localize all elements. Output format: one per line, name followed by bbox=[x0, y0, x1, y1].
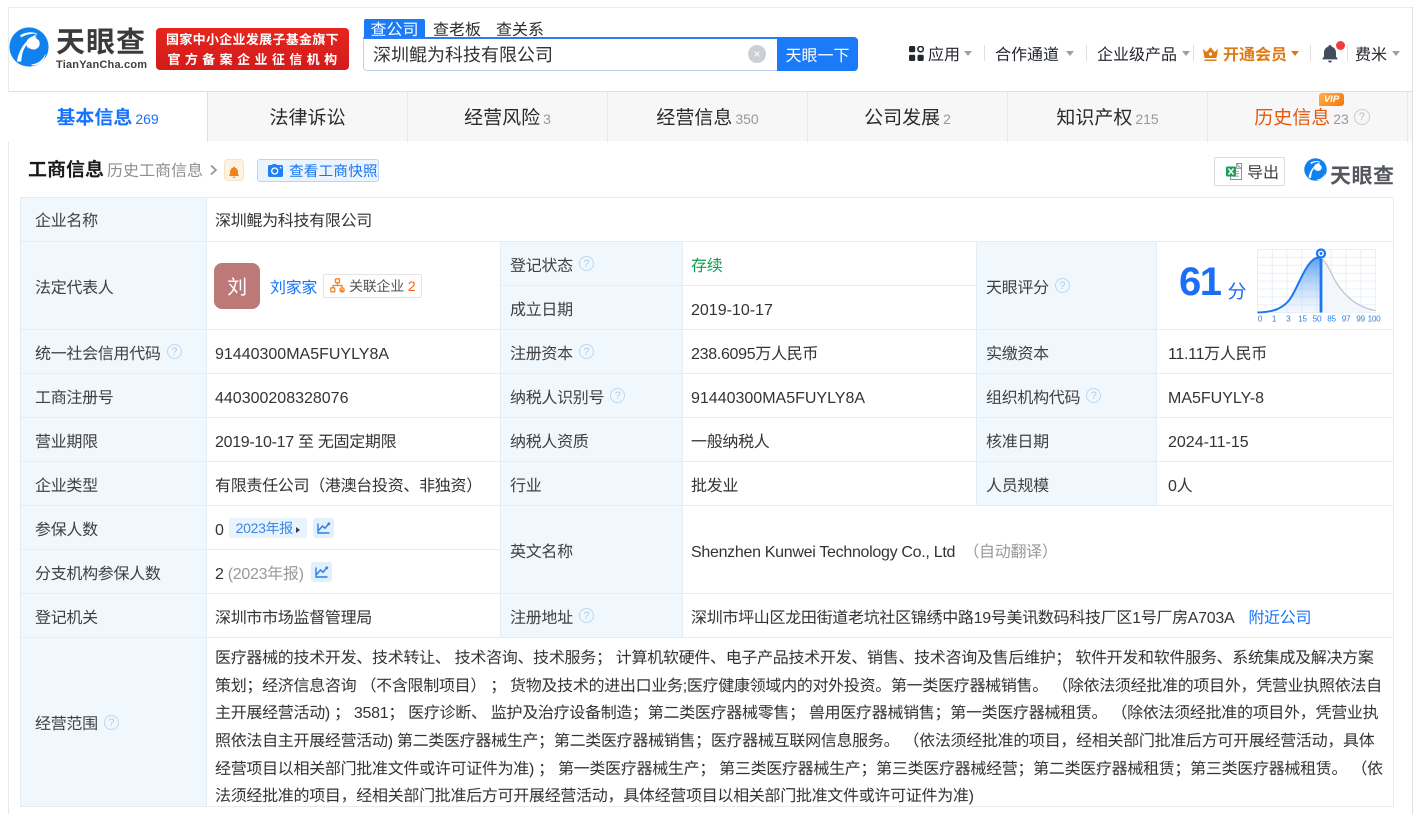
svg-text:3: 3 bbox=[1286, 314, 1291, 323]
svg-text:99: 99 bbox=[1356, 314, 1365, 323]
svg-text:100: 100 bbox=[1368, 314, 1382, 323]
svg-text:85: 85 bbox=[1327, 314, 1336, 323]
svg-text:0: 0 bbox=[1258, 314, 1263, 323]
svg-text:15: 15 bbox=[1298, 314, 1307, 323]
svg-text:1: 1 bbox=[1272, 314, 1277, 323]
svg-text:97: 97 bbox=[1342, 314, 1351, 323]
svg-text:50: 50 bbox=[1313, 314, 1322, 323]
